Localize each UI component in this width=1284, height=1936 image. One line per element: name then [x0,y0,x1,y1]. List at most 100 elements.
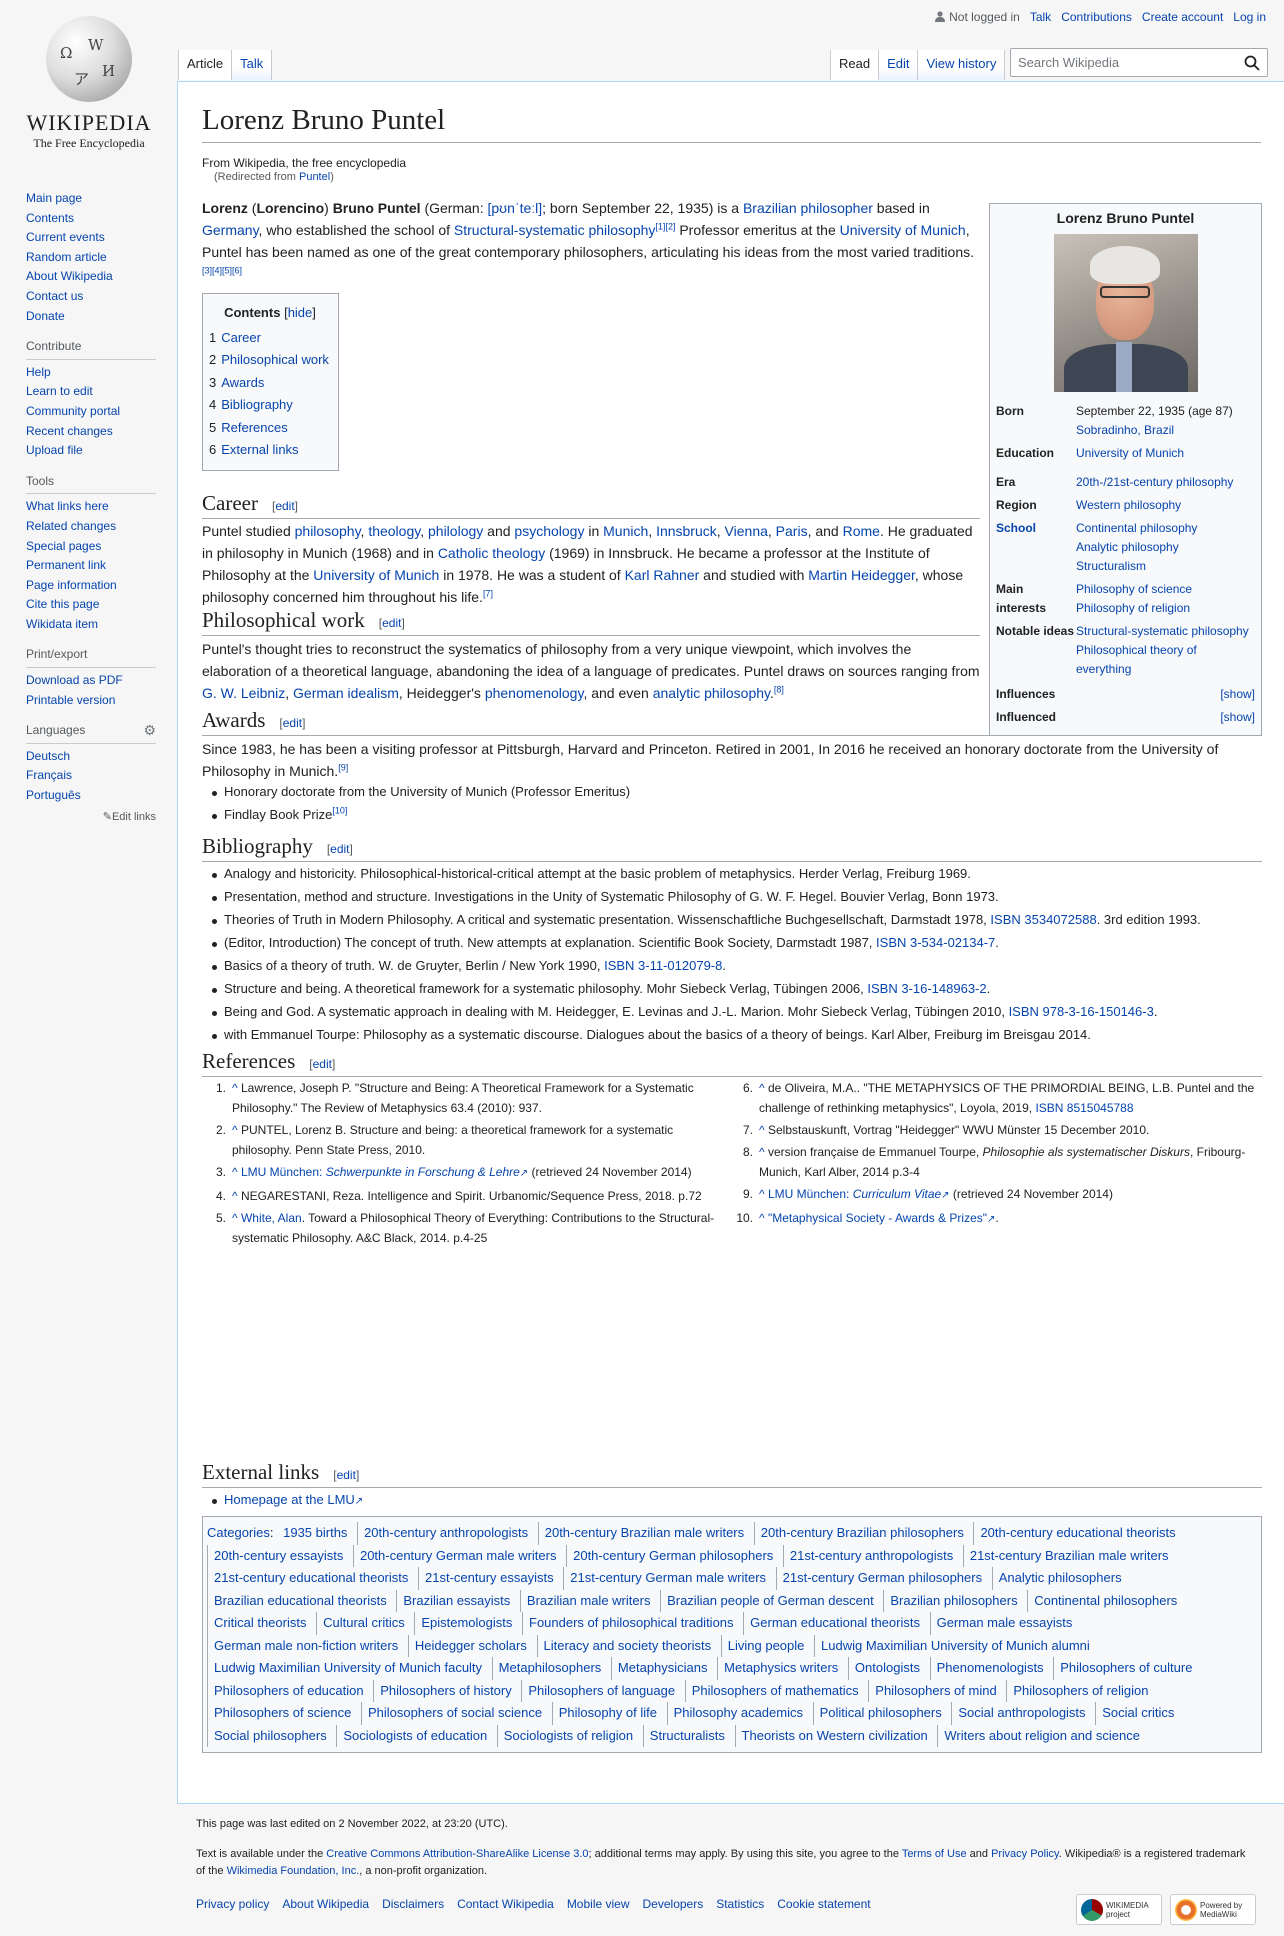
category-link[interactable]: Brazilian male writers [519,1589,657,1612]
link-rome[interactable]: Rome [843,523,880,539]
category-link[interactable]: Philosophy of life [551,1702,663,1725]
category-link[interactable]: 21st-century German male writers [563,1567,772,1590]
search-input[interactable]: Search Wikipedia [1010,48,1268,77]
link-structural-systematic[interactable]: Structural-systematic philosophy [454,222,656,238]
category-link[interactable]: Philosophers of religion [1006,1679,1154,1702]
sidebar-link-download-as-pdf[interactable]: Download as PDF [26,673,123,687]
category-link[interactable]: Ludwig Maximilian University of Munich a… [814,1634,1096,1657]
toc-hide-button[interactable]: hide [288,305,313,320]
isbn-link[interactable]: ISBN 3-16-148963-2 [867,981,986,996]
category-link[interactable]: 21st-century anthropologists [782,1544,959,1567]
tab-talk[interactable]: Talk [232,50,273,80]
infobox-link-continental-philosophy[interactable]: Continental philosophy [1076,519,1255,538]
sidebar-link-wikidata-item[interactable]: Wikidata item [26,617,98,631]
category-link[interactable]: 20th-century German philosophers [566,1544,779,1567]
category-link[interactable]: Epistemologists [414,1612,518,1635]
backlink-caret[interactable]: ^ [759,1081,765,1095]
sidebar-link-special-pages[interactable]: Special pages [26,539,101,553]
category-link[interactable]: Structuralists [642,1724,731,1747]
category-link[interactable]: Philosophers of culture [1053,1657,1198,1680]
sidebar-link-current-events[interactable]: Current events [26,230,105,244]
sidebar-link-portugu-s[interactable]: Português [26,788,81,802]
category-link[interactable]: Heidegger scholars [407,1634,533,1657]
category-link[interactable]: Founders of philosophical traditions [522,1612,740,1635]
category-link[interactable]: 20th-century essayists [207,1544,349,1567]
toc-link[interactable]: References [221,420,287,435]
link-philology[interactable]: philology [428,523,483,539]
ref-8[interactable]: [8] [774,684,784,694]
category-link[interactable]: Metaphysicians [610,1657,714,1680]
category-link[interactable]: 20th-century Brazilian male writers [537,1522,750,1545]
link-germany[interactable]: Germany [202,222,259,238]
sidebar-link-deutsch[interactable]: Deutsch [26,749,70,763]
category-link[interactable]: 21st-century essayists [418,1567,560,1590]
sidebar-link-fran-ais[interactable]: Français [26,768,72,782]
link-philosophy[interactable]: philosophy [295,523,361,539]
cc-license-link[interactable]: Creative Commons Attribution-ShareAlike … [326,1848,588,1860]
privacy-policy-inline-link[interactable]: Privacy Policy [991,1848,1059,1860]
link-sobradinho[interactable]: Sobradinho, Brazil [1076,423,1174,437]
sidebar-link-contact-us[interactable]: Contact us [26,289,83,303]
sidebar-link-help[interactable]: Help [26,365,51,379]
toc-item-career[interactable]: 1 Career [209,327,331,350]
categories-label[interactable]: Categories [207,1525,270,1540]
ref-7[interactable]: [7] [483,588,493,598]
category-link[interactable]: Living people [720,1634,811,1657]
link-catholic-theology[interactable]: Catholic theology [438,545,545,561]
category-link[interactable]: Philosophers of education [207,1679,370,1702]
category-link[interactable]: Brazilian essayists [396,1589,516,1612]
category-link[interactable]: Ontologists [847,1657,926,1680]
mediawiki-badge[interactable]: Powered by MediaWiki [1170,1894,1256,1925]
link-analytic-philosophy[interactable]: analytic philosophy [653,685,770,701]
link-munich[interactable]: Munich [603,523,648,539]
backlink-caret[interactable]: ^ [759,1123,765,1137]
edit-bibliography-link[interactable]: edit [330,842,349,856]
edit-awards-link[interactable]: edit [283,716,302,730]
create-account-link[interactable]: Create account [1142,10,1223,24]
ref-9[interactable]: [9] [338,762,348,772]
category-link[interactable]: Analytic philosophers [991,1567,1128,1590]
category-link[interactable]: Literacy and society theorists [536,1634,718,1657]
isbn-link[interactable]: ISBN 978-3-16-150146-3 [1009,1004,1154,1019]
portrait-image[interactable] [1053,234,1198,392]
sidebar-link-learn-to-edit[interactable]: Learn to edit [26,384,93,398]
sidebar-link-related-changes[interactable]: Related changes [26,519,116,533]
ref-2[interactable]: [2] [665,221,675,231]
edit-external-links-link[interactable]: edit [337,1468,356,1482]
ref-1[interactable]: [1] [655,221,665,231]
edit-phil-link[interactable]: edit [382,616,401,630]
gear-icon[interactable]: ⚙ [143,721,156,741]
link-education[interactable]: University of Munich [1076,446,1184,460]
sidebar-link-cite-this-page[interactable]: Cite this page [26,597,99,611]
category-link[interactable]: 21st-century educational theorists [207,1567,414,1590]
category-link[interactable]: Writers about religion and science [937,1724,1146,1747]
link-brazilian-philosopher[interactable]: Brazilian philosopher [743,200,873,216]
ref-link[interactable]: LMU München: [768,1187,853,1201]
infobox-link-structural-systematic-philosophy[interactable]: Structural-systematic philosophy [1076,622,1255,641]
footer-link-disclaimers[interactable]: Disclaimers [382,1896,444,1913]
category-link[interactable]: 20th-century anthropologists [357,1522,534,1545]
sidebar-link-what-links-here[interactable]: What links here [26,499,109,513]
toc-item-awards[interactable]: 3 Awards [209,372,331,395]
category-link[interactable]: 20th-century Brazilian philosophers [753,1522,970,1545]
wikipedia-logo[interactable]: ΩWИア WIKIPEDIA The Free Encyclopedia [24,10,154,160]
login-link[interactable]: Log in [1233,10,1266,24]
edit-career-link[interactable]: edit [275,499,294,513]
wikimedia-project-badge[interactable]: WIKIMEDIA project [1076,1894,1162,1925]
link-karl-rahner[interactable]: Karl Rahner [625,567,700,583]
link-alan-white[interactable]: White, Alan [241,1211,302,1225]
category-link[interactable]: Social philosophers [207,1724,333,1747]
ref-link-external[interactable]: "Metaphysical Society - Awards & Prizes" [768,1211,987,1225]
footer-link-developers[interactable]: Developers [643,1896,704,1913]
redirect-link[interactable]: Puntel [299,171,330,183]
link-university-of-munich[interactable]: University of Munich [840,222,966,238]
tab-edit[interactable]: Edit [879,50,919,80]
sidebar-link-recent-changes[interactable]: Recent changes [26,424,113,438]
ref-link[interactable]: LMU München: [241,1165,326,1179]
link-school-label[interactable]: School [996,521,1036,535]
edit-references-link[interactable]: edit [313,1057,332,1071]
category-link[interactable]: Brazilian philosophers [883,1589,1023,1612]
sidebar-link-page-information[interactable]: Page information [26,578,117,592]
link-era[interactable]: 20th-/21st-century philosophy [1076,475,1233,489]
backlink-caret[interactable]: ^ [759,1187,765,1201]
